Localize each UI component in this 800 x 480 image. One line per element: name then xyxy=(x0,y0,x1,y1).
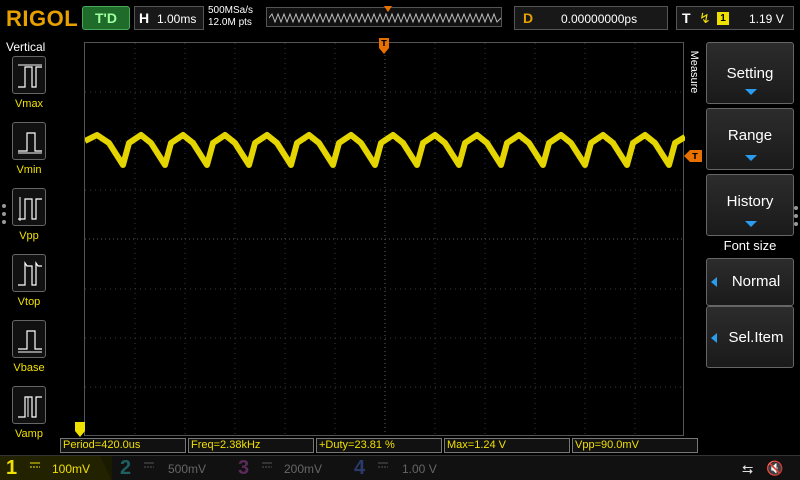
horizontal-timebase[interactable]: H 1.00ms xyxy=(134,6,204,30)
select-item-button[interactable]: Sel.Item xyxy=(706,306,794,368)
trigger-settings[interactable]: T ↯ 1 1.19 V xyxy=(676,6,794,30)
svg-text:T: T xyxy=(381,39,387,48)
measure-item-vamp[interactable]: Vamp xyxy=(12,386,48,440)
chevron-down-icon xyxy=(745,221,757,227)
channel-scale: 1.00 V xyxy=(402,462,437,476)
sidebar-title: Vertical xyxy=(6,40,46,54)
delay-label: D xyxy=(523,10,534,26)
dc-coupling-icon xyxy=(262,462,272,468)
select-item-label: Sel.Item xyxy=(728,329,784,346)
channel-scale: 500mV xyxy=(168,462,207,476)
setting-label: Setting xyxy=(726,65,774,82)
measurement-duty[interactable]: +Duty=23.81 % xyxy=(316,438,442,453)
measure-tab-label: Measure xyxy=(688,50,700,94)
channel-1-status[interactable]: 1 100mV xyxy=(0,456,112,480)
vtop-icon xyxy=(18,261,42,286)
measure-item-label: Vmin xyxy=(16,164,42,176)
measure-item-vmin[interactable]: Vmin xyxy=(12,122,48,176)
range-label: Range xyxy=(727,127,773,144)
vpp-icon xyxy=(18,197,42,221)
measurement-vpp[interactable]: Vpp=90.0mV xyxy=(572,438,698,453)
vmin-icon xyxy=(18,132,42,154)
dc-coupling-icon xyxy=(378,462,388,468)
acquisition-info: 500MSa/s 12.0M pts xyxy=(208,5,253,29)
channel-scale: 200mV xyxy=(284,462,323,476)
horizontal-scale-value: 1.00ms xyxy=(157,12,197,26)
trigger-status-badge: T'D xyxy=(82,6,130,30)
measurement-frequency[interactable]: Freq=2.38kHz xyxy=(188,438,314,453)
measurement-results-bar: Period=420.0us Freq=2.38kHz +Duty=23.81 … xyxy=(60,438,700,453)
waveform-display[interactable] xyxy=(84,42,685,437)
measure-item-label: Vmax xyxy=(14,98,44,110)
font-size-button[interactable]: Normal xyxy=(706,258,794,306)
vbase-icon xyxy=(18,330,42,353)
dc-coupling-icon xyxy=(30,462,40,468)
trigger-level: 1.19 V xyxy=(749,12,784,26)
svg-text:T: T xyxy=(692,152,698,161)
memory-depth: 12.0M pts xyxy=(208,17,252,28)
measure-menu-tab[interactable]: Measure xyxy=(686,38,704,108)
measure-item-vmax[interactable]: Vmax xyxy=(12,56,48,110)
chevron-down-icon xyxy=(745,89,757,95)
channel-4-status[interactable]: 4 1.00 V xyxy=(350,456,462,480)
measure-item-label: Vtop xyxy=(17,296,41,308)
history-label: History xyxy=(726,193,774,210)
setting-button[interactable]: Setting xyxy=(706,42,794,104)
speaker-muted-icon[interactable]: 🔇 xyxy=(766,460,783,477)
range-button[interactable]: Range xyxy=(706,108,794,170)
channel-3-status[interactable]: 3 200mV xyxy=(232,456,344,480)
top-status-bar: RIGOL T'D H 1.00ms 500MSa/s 12.0M pts D … xyxy=(0,0,800,36)
vmax-icon xyxy=(18,64,42,88)
ch1-offset-marker-icon[interactable] xyxy=(74,422,86,438)
measure-item-vbase[interactable]: Vbase xyxy=(12,320,48,374)
channel-number: 1 xyxy=(6,457,18,479)
brand-logo: RIGOL xyxy=(6,6,79,31)
measurement-period[interactable]: Period=420.0us xyxy=(60,438,186,453)
measure-item-label: Vbase xyxy=(13,362,45,374)
ch1-waveform-trace xyxy=(85,132,685,168)
font-size-value: Normal xyxy=(731,273,781,290)
horizontal-label: H xyxy=(139,10,150,26)
channel-number: 3 xyxy=(238,457,250,479)
dc-coupling-icon xyxy=(144,462,154,468)
trigger-position-marker-icon xyxy=(384,6,392,12)
measure-item-label: Vamp xyxy=(15,428,43,440)
trigger-source: 1 xyxy=(717,12,729,25)
delay-value: 0.00000000ps xyxy=(561,12,638,26)
chevron-down-icon xyxy=(745,155,757,161)
measurement-max[interactable]: Max=1.24 V xyxy=(444,438,570,453)
channel-2-status[interactable]: 2 500mV xyxy=(114,456,226,480)
channel-scale: 100mV xyxy=(52,462,91,476)
measure-item-sidebar: Vertical Vmax Vmin Vpp Vtop Vbase Vamp xyxy=(0,36,58,440)
font-size-title: Font size xyxy=(723,238,777,253)
sidebar-page-dots xyxy=(2,204,6,228)
graticule xyxy=(85,43,685,437)
memory-waveform-icon xyxy=(269,13,501,23)
channel-number: 4 xyxy=(354,457,366,479)
sample-rate: 500MSa/s xyxy=(208,5,254,16)
history-button[interactable]: History xyxy=(706,174,794,236)
measure-item-vpp[interactable]: Vpp xyxy=(12,188,48,242)
measure-item-label: Vpp xyxy=(19,230,39,242)
menu-page-dots xyxy=(794,206,798,230)
channel-status-bar: 1 100mV 2 500mV 3 200mV 4 1.00 V ⮀ 🔇 xyxy=(0,455,800,480)
horizontal-delay[interactable]: D 0.00000000ps xyxy=(514,6,668,30)
vamp-icon xyxy=(18,396,42,418)
channel-number: 2 xyxy=(120,457,132,479)
measure-item-vtop[interactable]: Vtop xyxy=(12,254,48,308)
rising-edge-icon: ↯ xyxy=(699,10,711,26)
memory-overview-strip[interactable] xyxy=(266,6,502,27)
trigger-time-marker-icon[interactable]: T xyxy=(378,38,390,56)
trigger-level-marker-icon[interactable]: T xyxy=(684,150,702,162)
usb-icon: ⮀ xyxy=(742,461,754,477)
trigger-label: T xyxy=(682,10,691,26)
